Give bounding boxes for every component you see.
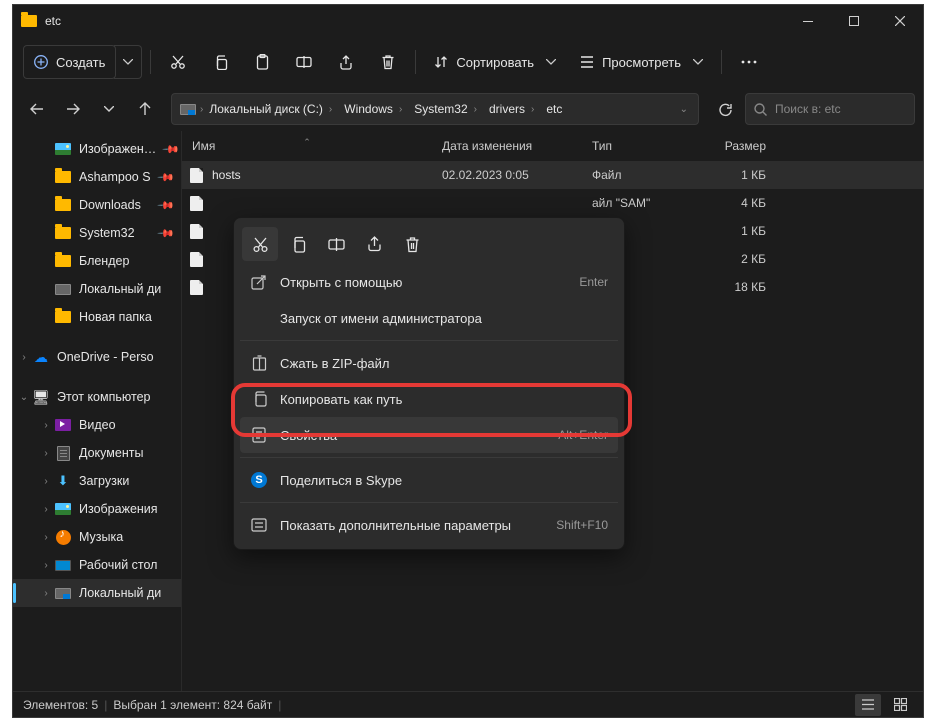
breadcrumb-seg[interactable]: Windows› xyxy=(338,102,408,116)
column-headers: ⌃Имя Дата изменения Тип Размер xyxy=(182,131,923,161)
col-type[interactable]: Тип xyxy=(582,139,682,153)
ctx-rename-icon[interactable] xyxy=(318,227,354,261)
paste-button[interactable] xyxy=(243,45,281,79)
view-button[interactable]: Просмотреть xyxy=(570,45,713,79)
refresh-button[interactable] xyxy=(709,93,741,125)
open-with-icon xyxy=(250,274,268,290)
sort-button[interactable]: Сортировать xyxy=(424,45,566,79)
details-view-button[interactable] xyxy=(855,694,881,716)
rename-button[interactable] xyxy=(285,45,323,79)
sidebar-item[interactable]: ›Музыка xyxy=(13,523,181,551)
ctx-run-as-admin[interactable]: Запуск от имени администратора xyxy=(240,300,618,336)
disk-icon xyxy=(176,104,200,115)
toolbar: Создать Сортировать Просмотреть xyxy=(13,37,923,87)
col-date[interactable]: Дата изменения xyxy=(432,139,582,153)
ctx-properties[interactable]: Свойства Alt+Enter xyxy=(240,417,618,453)
maximize-button[interactable] xyxy=(831,5,877,37)
status-bar: Элементов: 5 | Выбран 1 элемент: 824 бай… xyxy=(13,691,923,717)
ctx-copy-path[interactable]: Копировать как путь xyxy=(240,381,618,417)
ctx-copy-icon[interactable] xyxy=(280,227,316,261)
status-selected: Выбран 1 элемент: 824 байт xyxy=(113,698,272,712)
breadcrumb-seg[interactable]: System32› xyxy=(408,102,483,116)
new-button[interactable]: Создать xyxy=(23,45,116,79)
breadcrumb-seg[interactable]: drivers› xyxy=(483,102,540,116)
ctx-quick-actions xyxy=(240,224,618,264)
new-button-caret[interactable] xyxy=(114,45,142,79)
share-button[interactable] xyxy=(327,45,365,79)
breadcrumb-seg[interactable]: etc xyxy=(540,102,568,116)
window-title: etc xyxy=(45,14,61,28)
sidebar-item[interactable]: Ashampoo S📌 xyxy=(13,163,181,191)
file-explorer-window: etc Создать Сортировать Просмот xyxy=(12,4,924,718)
sidebar-item[interactable]: ›Документы xyxy=(13,439,181,467)
delete-button[interactable] xyxy=(369,45,407,79)
search-input[interactable]: Поиск в: etc xyxy=(745,93,915,125)
breadcrumb-seg[interactable]: Локальный диск (C:)› xyxy=(203,102,338,116)
address-bar[interactable]: › Локальный диск (C:)› Windows› System32… xyxy=(171,93,699,125)
forward-button[interactable] xyxy=(57,93,89,125)
ctx-compress-zip[interactable]: Сжать в ZIP-файл xyxy=(240,345,618,381)
ctx-skype-share[interactable]: S Поделиться в Skype xyxy=(240,462,618,498)
zip-icon xyxy=(250,355,268,371)
file-row[interactable]: айл "SAM" 4 КБ xyxy=(182,189,923,217)
sidebar-item[interactable]: Downloads📌 xyxy=(13,191,181,219)
col-name[interactable]: ⌃Имя xyxy=(182,139,432,153)
sidebar-item[interactable]: Новая папка xyxy=(13,303,181,331)
sidebar-item[interactable]: ›Видео xyxy=(13,411,181,439)
copy-button[interactable] xyxy=(201,45,239,79)
ctx-cut-icon[interactable] xyxy=(242,227,278,261)
status-count: Элементов: 5 xyxy=(23,698,98,712)
recent-button[interactable] xyxy=(93,93,125,125)
minimize-button[interactable] xyxy=(785,5,831,37)
more-button[interactable] xyxy=(730,45,768,79)
titlebar: etc xyxy=(13,5,923,37)
ctx-open-with[interactable]: Открыть с помощью Enter xyxy=(240,264,618,300)
sidebar-item[interactable]: ›Изображения xyxy=(13,495,181,523)
file-row[interactable]: hosts 02.02.2023 0:05 Файл 1 КБ xyxy=(182,161,923,189)
sidebar-thispc[interactable]: ⌄🖥Этот компьютер xyxy=(13,383,181,411)
up-button[interactable] xyxy=(129,93,161,125)
skype-icon: S xyxy=(250,472,268,488)
col-size[interactable]: Размер xyxy=(682,139,782,153)
navbar: › Локальный диск (C:)› Windows› System32… xyxy=(13,87,923,131)
sidebar-item[interactable]: Локальный ди xyxy=(13,275,181,303)
folder-icon xyxy=(21,13,37,29)
back-button[interactable] xyxy=(21,93,53,125)
sidebar-item[interactable]: Изображен…📌 xyxy=(13,135,181,163)
context-menu: Открыть с помощью Enter Запуск от имени … xyxy=(233,217,625,550)
sidebar-item[interactable]: Блендер xyxy=(13,247,181,275)
icons-view-button[interactable] xyxy=(887,694,913,716)
ctx-share-icon[interactable] xyxy=(356,227,392,261)
copy-path-icon xyxy=(250,391,268,407)
sidebar-item[interactable]: System32📌 xyxy=(13,219,181,247)
ctx-delete-icon[interactable] xyxy=(394,227,430,261)
sidebar-onedrive[interactable]: ›☁OneDrive - Perso xyxy=(13,343,181,371)
sidebar-item-current[interactable]: ›Локальный ди xyxy=(13,579,181,607)
cut-button[interactable] xyxy=(159,45,197,79)
sidebar-item[interactable]: ›⬇Загрузки xyxy=(13,467,181,495)
properties-icon xyxy=(250,427,268,443)
ctx-show-more[interactable]: Показать дополнительные параметры Shift+… xyxy=(240,507,618,543)
sidebar: Изображен…📌 Ashampoo S📌 Downloads📌 Syste… xyxy=(13,131,181,691)
sidebar-item[interactable]: ›Рабочий стол xyxy=(13,551,181,579)
more-options-icon xyxy=(250,518,268,532)
close-button[interactable] xyxy=(877,5,923,37)
